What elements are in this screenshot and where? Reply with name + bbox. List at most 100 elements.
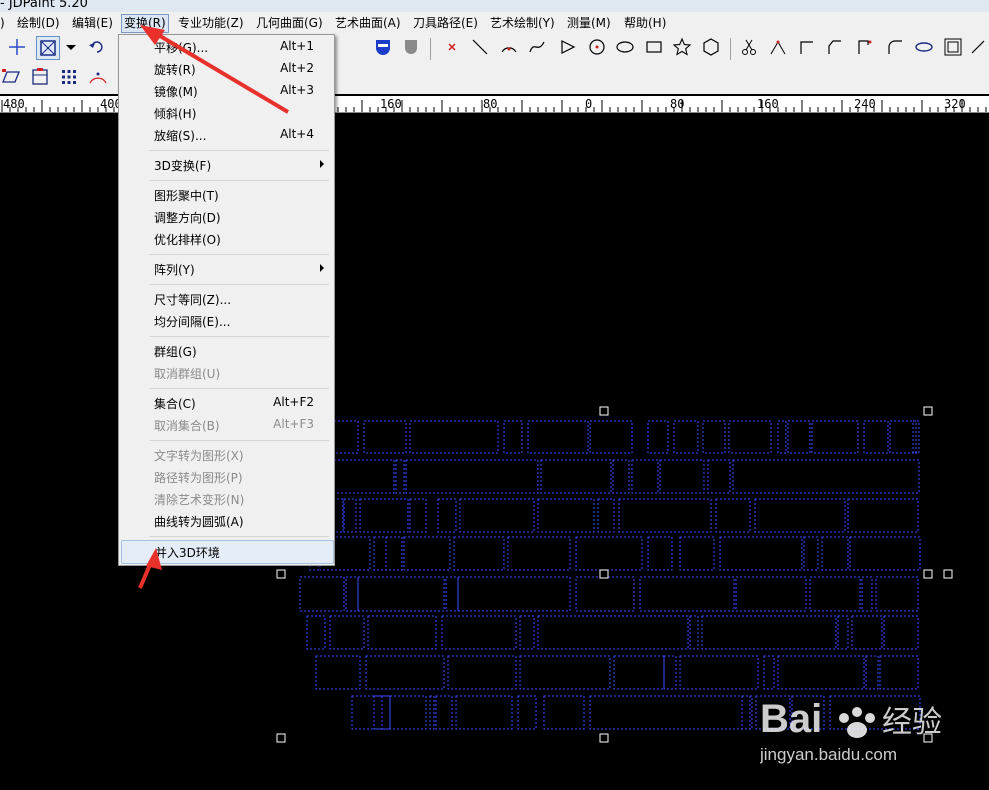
dashed-contour[interactable] bbox=[728, 420, 772, 454]
menu-item-rotate[interactable]: 旋转(R) Alt+2 bbox=[121, 58, 332, 80]
dashed-contour[interactable] bbox=[306, 615, 326, 650]
circle-icon[interactable] bbox=[586, 36, 608, 58]
selection-handle[interactable] bbox=[923, 406, 933, 416]
menu-item-mirror[interactable]: 镜像(M) Alt+3 bbox=[121, 80, 332, 102]
selection-handle[interactable] bbox=[599, 406, 609, 416]
menu-transform[interactable]: 变换(R) bbox=[121, 14, 169, 33]
dashed-contour[interactable] bbox=[865, 655, 879, 690]
dashed-contour[interactable] bbox=[777, 655, 865, 690]
menu-draw[interactable]: 绘制(D) bbox=[17, 15, 60, 32]
menu-help[interactable]: 帮助(H) bbox=[624, 15, 666, 32]
offset-icon[interactable] bbox=[942, 36, 964, 58]
dashed-contour[interactable] bbox=[701, 615, 837, 650]
dashed-contour[interactable] bbox=[715, 498, 751, 533]
dashed-contour[interactable] bbox=[503, 420, 523, 454]
selection-handle[interactable] bbox=[599, 569, 609, 579]
selection-handle[interactable] bbox=[923, 569, 933, 579]
arc-icon[interactable] bbox=[498, 36, 520, 58]
dashed-contour[interactable] bbox=[754, 498, 846, 533]
undo-icon[interactable] bbox=[86, 36, 108, 58]
dashed-contour[interactable] bbox=[663, 655, 677, 690]
menu-item-array[interactable]: 阵列(Y) bbox=[121, 258, 332, 280]
crosshair-icon[interactable] bbox=[6, 36, 28, 58]
menu-item-merge-3d[interactable]: 并入3D环境 bbox=[121, 540, 334, 564]
dashed-contour[interactable] bbox=[437, 498, 457, 533]
dashed-contour[interactable] bbox=[659, 459, 705, 494]
dashed-contour[interactable] bbox=[863, 420, 889, 454]
dashed-contour[interactable] bbox=[540, 459, 612, 494]
dashed-contour[interactable] bbox=[527, 420, 589, 454]
dashed-contour[interactable] bbox=[707, 459, 731, 494]
menu-partial[interactable]: ) bbox=[0, 15, 5, 32]
dashed-contour[interactable] bbox=[457, 576, 571, 612]
dashed-contour[interactable] bbox=[351, 695, 391, 730]
chamfer-icon[interactable] bbox=[824, 36, 846, 58]
dashed-contour[interactable] bbox=[405, 459, 539, 494]
menu-geometry-surface[interactable]: 几何曲面(G) bbox=[256, 15, 323, 32]
dashed-contour[interactable] bbox=[679, 655, 759, 690]
dashed-contour[interactable] bbox=[597, 498, 615, 533]
dashed-contour[interactable] bbox=[851, 615, 883, 650]
dashed-contour[interactable] bbox=[613, 655, 665, 690]
dashed-contour[interactable] bbox=[329, 615, 365, 650]
menu-item-equal-spacing[interactable]: 均分间隔(E)... bbox=[121, 310, 332, 332]
dashed-contour[interactable] bbox=[821, 536, 849, 571]
dashed-contour[interactable] bbox=[631, 459, 659, 494]
oval-tool-icon[interactable] bbox=[913, 36, 935, 58]
selection-handle[interactable] bbox=[599, 733, 609, 743]
selection-handle[interactable] bbox=[943, 569, 953, 579]
dashed-contour[interactable] bbox=[847, 498, 919, 533]
menu-item-curve-to-arc[interactable]: 曲线转为圆弧(A) bbox=[121, 510, 332, 532]
dashed-contour[interactable] bbox=[875, 576, 919, 612]
dashed-contour[interactable] bbox=[453, 536, 505, 571]
parallelogram-icon[interactable] bbox=[0, 66, 22, 88]
menu-item-combine[interactable]: 集合(C) Alt+F2 bbox=[121, 392, 332, 414]
star-icon[interactable] bbox=[671, 36, 693, 58]
extend-icon[interactable] bbox=[854, 36, 876, 58]
triangle-icon[interactable] bbox=[557, 36, 579, 58]
dashed-contour[interactable] bbox=[299, 576, 345, 612]
trim-icon[interactable] bbox=[767, 36, 789, 58]
dashed-contour[interactable] bbox=[575, 536, 643, 571]
dashed-contour[interactable] bbox=[395, 459, 405, 494]
dashed-contour[interactable] bbox=[787, 420, 811, 454]
dashed-contour[interactable] bbox=[673, 420, 699, 454]
menu-item-equal-size[interactable]: 尺寸等同(Z)... bbox=[121, 288, 332, 310]
dashed-contour[interactable] bbox=[441, 615, 517, 650]
dashed-contour[interactable] bbox=[809, 576, 861, 612]
menu-art-surface[interactable]: 艺术曲面(A) bbox=[335, 15, 401, 32]
dashed-contour[interactable] bbox=[429, 695, 435, 730]
dropdown-arrow-icon[interactable] bbox=[60, 36, 82, 58]
select-box-icon[interactable] bbox=[36, 36, 60, 60]
dashed-contour[interactable] bbox=[315, 655, 361, 690]
menu-item-optimize-nesting[interactable]: 优化排样(O) bbox=[121, 228, 332, 250]
dashed-contour[interactable] bbox=[359, 498, 409, 533]
menu-item-translate[interactable]: 平移(G)... Alt+1 bbox=[121, 36, 332, 58]
selection-handle[interactable] bbox=[276, 569, 286, 579]
dashed-contour[interactable] bbox=[381, 695, 427, 730]
dashed-contour[interactable] bbox=[385, 536, 403, 571]
dashed-contour[interactable] bbox=[365, 655, 445, 690]
dashed-contour[interactable] bbox=[879, 655, 919, 690]
dashed-contour[interactable] bbox=[618, 498, 712, 533]
dashed-contour[interactable] bbox=[612, 459, 630, 494]
dashed-contour[interactable] bbox=[849, 536, 921, 571]
dashed-contour[interactable] bbox=[537, 498, 595, 533]
ellipse-icon[interactable] bbox=[614, 36, 636, 58]
dashed-contour[interactable] bbox=[435, 695, 453, 730]
point-x-icon[interactable] bbox=[441, 36, 463, 58]
dashed-contour[interactable] bbox=[459, 498, 535, 533]
fillet-icon[interactable] bbox=[884, 36, 906, 58]
dashed-contour[interactable] bbox=[889, 420, 917, 454]
dashed-contour[interactable] bbox=[363, 420, 407, 454]
menu-item-scale[interactable]: 放缩(S)... Alt+4 bbox=[121, 124, 332, 146]
polygon-icon[interactable] bbox=[700, 36, 722, 58]
rectangle-icon[interactable] bbox=[643, 36, 665, 58]
menu-toolpath[interactable]: 刀具路径(E) bbox=[413, 15, 478, 32]
dashed-contour[interactable] bbox=[455, 695, 513, 730]
menu-item-center[interactable]: 图形聚中(T) bbox=[121, 184, 332, 206]
dashed-contour[interactable] bbox=[647, 420, 669, 454]
dashed-contour[interactable] bbox=[343, 498, 357, 533]
dashed-contour[interactable] bbox=[589, 695, 751, 730]
dashed-contour[interactable] bbox=[447, 655, 517, 690]
